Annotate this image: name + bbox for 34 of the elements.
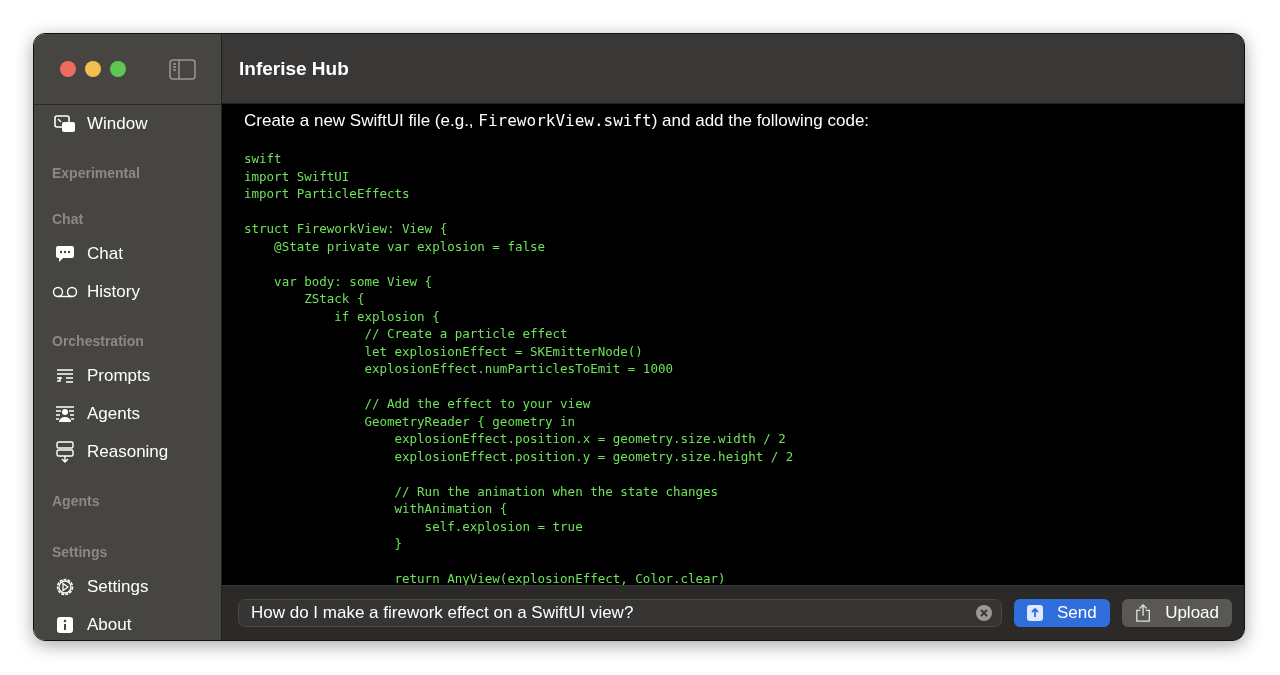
reasoning-icon	[55, 441, 75, 463]
voicemail-icon	[52, 286, 78, 298]
section-header: Experimental	[52, 165, 141, 183]
sidebar-item[interactable]: Window	[87, 114, 148, 134]
sidebar-item[interactable]: Prompts	[87, 366, 151, 386]
window-title: Inferise Hub	[239, 57, 349, 80]
close-button[interactable]	[60, 61, 76, 77]
sidebar-item[interactable]: History	[87, 282, 140, 302]
upload-button[interactable]: Upload	[1122, 599, 1232, 627]
minimize-button[interactable]	[85, 61, 101, 77]
clear-icon[interactable]	[975, 604, 993, 622]
window-icon	[54, 115, 76, 133]
section-header: Orchestration	[52, 333, 145, 351]
sidebar-item[interactable]: Agents	[87, 404, 140, 424]
prompts-icon	[55, 368, 75, 384]
send-button[interactable]: Send	[1014, 599, 1110, 627]
zoom-button[interactable]	[110, 61, 126, 77]
message-text: Create a new SwiftUI file (e.g., FireworkView.swift) and add the following code:	[244, 110, 871, 132]
section-header: Chat	[52, 211, 85, 229]
sidebar-item[interactable]: Settings	[87, 577, 149, 597]
agents-icon	[55, 405, 75, 423]
share-icon	[1135, 603, 1152, 623]
info-icon	[56, 616, 74, 634]
upload-icon	[1027, 605, 1043, 621]
message-input-field[interactable]: How do I make a firework effect on a SwiftUI view?	[238, 599, 1002, 627]
section-header: Settings	[52, 544, 109, 562]
sidebar-item[interactable]: Reasoning	[87, 442, 169, 462]
sidebar-toggle-icon[interactable]	[169, 58, 196, 80]
sidebar-item[interactable]: About	[87, 615, 132, 635]
settings-icon	[55, 577, 75, 597]
chat-bubble-icon	[55, 245, 75, 263]
section-header: Agents	[52, 493, 101, 511]
sidebar-item[interactable]: Chat	[87, 244, 123, 264]
code-text: swift import SwiftUI import ParticleEffects struct FireworkView: View { @State private var explosion = false var body: some View { ZStack { if explosion { // Create a particle effect let explosionEffect = SKEmitterNode() explosionEffect.numParticlesToEmit = 1000 // Add the effect to your view GeometryReader { geometry in explosionEffect.position.x = geometry.size.width / 2 explosionEffect.position.y = geometry.size.height / 2 // Run the animation when the state changes withAnimation { self.explosion = true } return AnyView(explosionEffect, Color.clear)	[244, 150, 795, 585]
